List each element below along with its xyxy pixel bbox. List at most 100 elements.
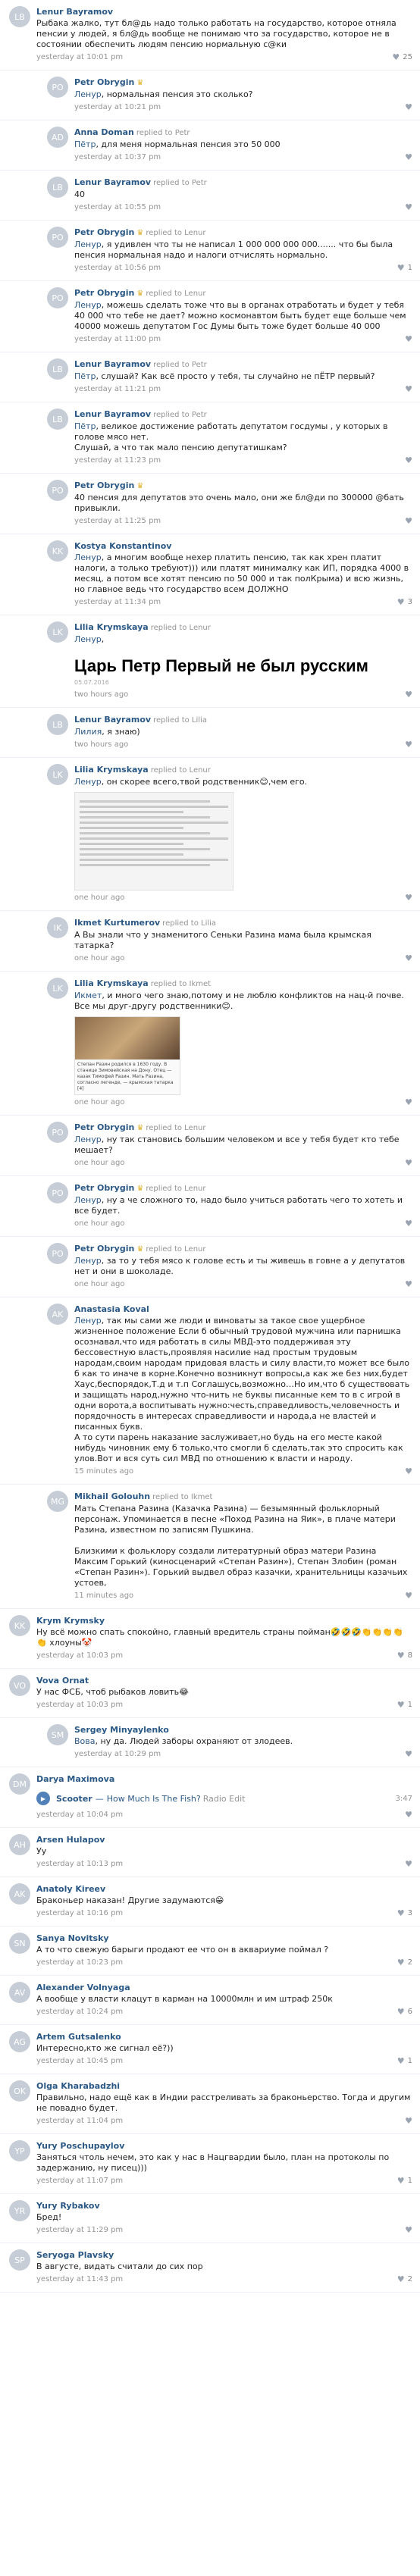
- like-button[interactable]: ♥ 1: [397, 2176, 412, 2186]
- like-button[interactable]: ♥ 2: [397, 1958, 412, 1967]
- avatar[interactable]: PO: [47, 287, 68, 308]
- replied-to-link[interactable]: replied to Ikmet: [151, 980, 211, 988]
- avatar[interactable]: PO: [47, 1122, 68, 1143]
- author-name-link[interactable]: Petr Obrygin: [74, 480, 134, 490]
- author-name-link[interactable]: Anatoly Kireev: [36, 1884, 105, 1894]
- timestamp-link[interactable]: two hours ago: [74, 690, 128, 699]
- replied-to-link[interactable]: replied to Lilia: [153, 716, 207, 725]
- author-name-link[interactable]: Artem Gutsalenko: [36, 2032, 121, 2042]
- wiki-attachment[interactable]: Степан Разин родился в 1630 году. В стан…: [74, 1016, 180, 1095]
- timestamp-link[interactable]: yesterday at 11:00 pm: [74, 335, 161, 343]
- replied-to-link[interactable]: replied to Petr: [153, 361, 207, 369]
- author-name-link[interactable]: Petr Obrygin: [74, 288, 134, 298]
- timestamp-link[interactable]: one hour ago: [74, 1219, 124, 1228]
- author-name-link[interactable]: Lilia Krymskaya: [74, 622, 149, 632]
- avatar[interactable]: PO: [47, 1182, 68, 1203]
- avatar[interactable]: IK: [47, 917, 68, 938]
- replied-to-link[interactable]: replied to Lenur: [146, 229, 205, 237]
- timestamp-link[interactable]: yesterday at 10:03 pm: [36, 1651, 123, 1660]
- like-button[interactable]: ♥: [405, 455, 412, 465]
- timestamp-link[interactable]: one hour ago: [74, 1098, 124, 1106]
- like-button[interactable]: ♥: [405, 1591, 412, 1601]
- like-button[interactable]: ♥: [405, 2116, 412, 2126]
- replied-to-link[interactable]: replied to Lenur: [146, 1245, 205, 1254]
- avatar[interactable]: LB: [47, 714, 68, 735]
- replied-to-link[interactable]: replied to Lilia: [162, 919, 216, 928]
- mention-link[interactable]: Вова: [74, 1736, 96, 1746]
- author-name-link[interactable]: Petr Obrygin: [74, 227, 134, 237]
- like-button[interactable]: ♥: [405, 1859, 412, 1869]
- avatar[interactable]: LK: [47, 978, 68, 999]
- author-name-link[interactable]: Lilia Krymskaya: [74, 765, 149, 775]
- avatar[interactable]: MG: [47, 1491, 68, 1512]
- mention-link[interactable]: Ленур: [74, 1135, 102, 1144]
- like-button[interactable]: ♥: [405, 516, 412, 526]
- author-name-link[interactable]: Petr Obrygin: [74, 77, 134, 87]
- like-button[interactable]: ♥: [405, 953, 412, 963]
- like-button[interactable]: ♥: [405, 1097, 412, 1107]
- like-button[interactable]: ♥ 1: [397, 2056, 412, 2066]
- avatar[interactable]: SN: [9, 1933, 30, 1954]
- author-name-link[interactable]: Yury Poschupaylov: [36, 2141, 124, 2151]
- avatar[interactable]: AH: [9, 1834, 30, 1855]
- author-name-link[interactable]: Vova Ornat: [36, 1676, 89, 1686]
- replied-to-link[interactable]: replied to Ikmet: [152, 1493, 212, 1501]
- avatar[interactable]: SM: [47, 1724, 68, 1745]
- timestamp-link[interactable]: yesterday at 10:03 pm: [36, 1701, 123, 1709]
- like-button[interactable]: ♥: [405, 384, 412, 394]
- timestamp-link[interactable]: yesterday at 11:43 pm: [36, 2275, 123, 2283]
- timestamp-link[interactable]: 15 minutes ago: [74, 1467, 133, 1476]
- screenshot-attachment[interactable]: [74, 792, 234, 890]
- replied-to-link[interactable]: replied to Lenur: [146, 1124, 205, 1132]
- avatar[interactable]: LB: [47, 408, 68, 430]
- like-button[interactable]: ♥: [405, 202, 412, 212]
- avatar[interactable]: AK: [47, 1304, 68, 1325]
- audio-artist-link[interactable]: Scooter: [56, 1794, 92, 1804]
- author-name-link[interactable]: Krym Krymsky: [36, 1616, 105, 1626]
- author-name-link[interactable]: Lenur Bayramov: [74, 177, 151, 187]
- author-name-link[interactable]: Mikhail Golouhn: [74, 1491, 150, 1501]
- replied-to-link[interactable]: replied to Lenur: [146, 1185, 205, 1193]
- author-name-link[interactable]: Yury Rybakov: [36, 2201, 100, 2211]
- like-button[interactable]: ♥: [405, 1810, 412, 1820]
- like-button[interactable]: ♥: [405, 740, 412, 750]
- timestamp-link[interactable]: yesterday at 11:34 pm: [74, 598, 161, 606]
- author-name-link[interactable]: Sergey Minyaylenko: [74, 1725, 169, 1735]
- like-button[interactable]: ♥ 1: [397, 263, 412, 273]
- timestamp-link[interactable]: yesterday at 10:01 pm: [36, 53, 123, 61]
- author-name-link[interactable]: Anna Doman: [74, 127, 134, 137]
- author-name-link[interactable]: Sanya Novitsky: [36, 1933, 109, 1943]
- timestamp-link[interactable]: yesterday at 10:29 pm: [74, 1750, 161, 1758]
- replied-to-link[interactable]: replied to Lenur: [151, 766, 211, 775]
- replied-to-link[interactable]: replied to Petr: [153, 179, 207, 187]
- like-button[interactable]: ♥: [405, 1279, 412, 1289]
- avatar[interactable]: VO: [9, 1675, 30, 1696]
- mention-link[interactable]: Ленур: [74, 634, 102, 644]
- avatar[interactable]: KK: [47, 540, 68, 562]
- mention-link[interactable]: Пётр: [74, 371, 96, 381]
- mention-link[interactable]: Ленур: [74, 552, 102, 562]
- timestamp-link[interactable]: yesterday at 10:55 pm: [74, 203, 161, 211]
- like-button[interactable]: ♥: [405, 1749, 412, 1759]
- timestamp-link[interactable]: one hour ago: [74, 954, 124, 962]
- timestamp-link[interactable]: yesterday at 10:24 pm: [36, 2008, 123, 2016]
- timestamp-link[interactable]: one hour ago: [74, 1280, 124, 1288]
- timestamp-link[interactable]: yesterday at 10:21 pm: [74, 103, 161, 111]
- audio-title-link[interactable]: How Much Is The Fish?: [107, 1794, 201, 1804]
- author-name-link[interactable]: Anastasia Koval: [74, 1304, 149, 1314]
- timestamp-link[interactable]: one hour ago: [74, 1159, 124, 1167]
- avatar[interactable]: AG: [9, 2031, 30, 2052]
- play-icon[interactable]: ▶: [36, 1792, 50, 1805]
- avatar[interactable]: PO: [47, 227, 68, 248]
- mention-link[interactable]: Ленур: [74, 89, 102, 99]
- mention-link[interactable]: Пётр: [74, 421, 96, 431]
- timestamp-link[interactable]: yesterday at 10:13 pm: [36, 1860, 123, 1868]
- like-button[interactable]: ♥: [405, 102, 412, 112]
- avatar[interactable]: SP: [9, 2249, 30, 2271]
- author-name-link[interactable]: Ikmet Kurtumerov: [74, 918, 160, 928]
- like-button[interactable]: ♥: [405, 690, 412, 700]
- like-button[interactable]: ♥ 25: [392, 52, 412, 62]
- avatar[interactable]: OK: [9, 2080, 30, 2102]
- like-button[interactable]: ♥: [405, 893, 412, 903]
- like-button[interactable]: ♥: [405, 152, 412, 162]
